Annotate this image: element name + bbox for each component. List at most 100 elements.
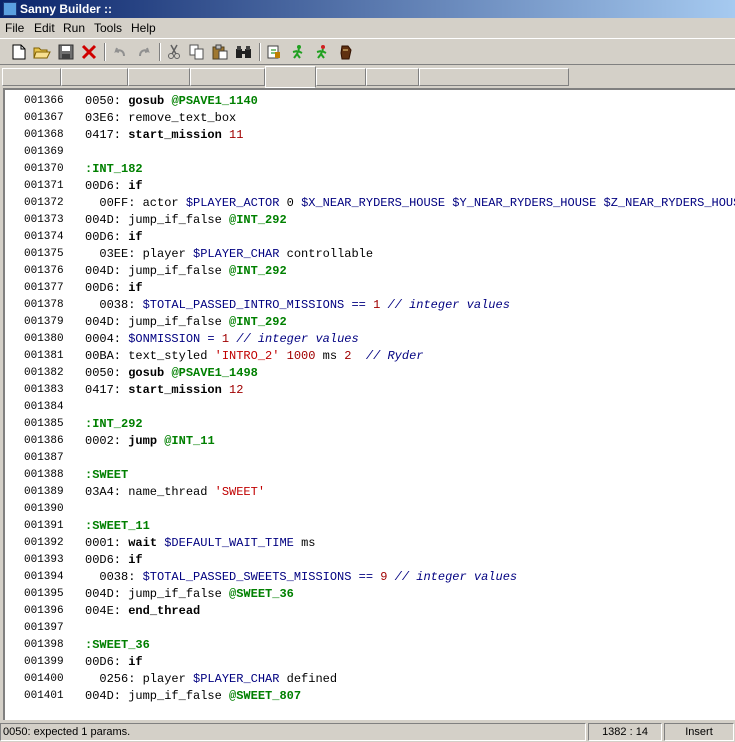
line-number: 001387 xyxy=(24,452,64,464)
code-line[interactable]: 001393 00D6: if xyxy=(5,552,735,569)
token-lbl: @PSAVE1_1498 xyxy=(171,366,258,380)
code-line[interactable]: 001394 0038: $TOTAL_PASSED_SWEETS_MISSIO… xyxy=(5,569,735,586)
undo-icon[interactable] xyxy=(110,42,130,62)
code-line[interactable]: 001367 03E6: remove_text_box xyxy=(5,110,735,127)
tab-8[interactable] xyxy=(419,68,569,86)
code-line[interactable]: 001399 00D6: if xyxy=(5,654,735,671)
open-icon[interactable] xyxy=(32,42,52,62)
token-cmt: // integer values xyxy=(394,570,518,584)
token-op: 004D: jump_if_false xyxy=(85,689,230,703)
tab-7[interactable] xyxy=(366,68,419,86)
menu-run[interactable]: Run xyxy=(63,21,85,35)
token-var: $DEFAULT_WAIT_TIME xyxy=(164,536,302,550)
code-line[interactable]: 001398:SWEET_36 xyxy=(5,637,735,654)
token-op: 0 xyxy=(286,196,302,210)
code-line[interactable]: 001369 xyxy=(5,144,735,161)
code-line[interactable]: 001371 00D6: if xyxy=(5,178,735,195)
token-lbl: @SWEET_36 xyxy=(229,587,294,601)
code-line[interactable]: 001375 03EE: player $PLAYER_CHAR control… xyxy=(5,246,735,263)
code-line[interactable]: 001368 0417: start_mission 11 xyxy=(5,127,735,144)
code-line[interactable]: 001395 004D: jump_if_false @SWEET_36 xyxy=(5,586,735,603)
menu-help[interactable]: Help xyxy=(131,21,156,35)
toolbar xyxy=(0,38,735,65)
token-op: 004D: jump_if_false xyxy=(85,587,230,601)
token-num: 11 xyxy=(229,128,244,142)
game-icon[interactable] xyxy=(336,42,356,62)
line-number: 001372 xyxy=(24,197,64,209)
app-icon xyxy=(3,2,17,16)
code-text: 03E6: remove_text_box xyxy=(85,110,236,127)
code-text: 03A4: name_thread 'SWEET' xyxy=(85,484,265,501)
code-line[interactable]: 001374 00D6: if xyxy=(5,229,735,246)
save-icon[interactable] xyxy=(56,42,76,62)
code-line[interactable]: 001397 xyxy=(5,620,735,637)
tab-1[interactable] xyxy=(2,68,61,86)
code-line[interactable]: 001391:SWEET_11 xyxy=(5,518,735,535)
code-text: :INT_292 xyxy=(85,416,143,433)
token-lbl: :SWEET_11 xyxy=(85,519,150,533)
code-text: 00BA: text_styled 'INTRO_2' 1000 ms 2 //… xyxy=(85,348,423,365)
token-lbl: @INT_11 xyxy=(164,434,215,448)
code-line[interactable]: 001385:INT_292 xyxy=(5,416,735,433)
paste-icon[interactable] xyxy=(210,42,230,62)
find-icon[interactable] xyxy=(234,42,254,62)
code-line[interactable]: 001376 004D: jump_if_false @INT_292 xyxy=(5,263,735,280)
code-line[interactable]: 001396 004E: end_thread xyxy=(5,603,735,620)
compile-run-icon[interactable] xyxy=(312,42,332,62)
code-line[interactable]: 001370:INT_182 xyxy=(5,161,735,178)
code-line[interactable]: 001377 00D6: if xyxy=(5,280,735,297)
code-line[interactable]: 001390 xyxy=(5,501,735,518)
code-line[interactable]: 001381 00BA: text_styled 'INTRO_2' 1000 m… xyxy=(5,348,735,365)
token-num: 1000 xyxy=(286,349,323,363)
token-kw: jump xyxy=(128,434,165,448)
code-editor[interactable]: 001366 0050: gosub @PSAVE1_1140 001367 03E6… xyxy=(3,88,735,720)
tab-5-active[interactable] xyxy=(265,66,316,88)
token-kw: if xyxy=(128,553,143,567)
line-number: 001366 xyxy=(24,95,64,107)
token-op: 03EE: player xyxy=(85,247,194,261)
menu-edit[interactable]: Edit xyxy=(34,21,55,35)
tab-3[interactable] xyxy=(128,68,190,86)
code-line[interactable]: 001383 0417: start_mission 12 xyxy=(5,382,735,399)
redo-icon[interactable] xyxy=(134,42,154,62)
cut-icon[interactable] xyxy=(164,42,184,62)
code-text: 00D6: if xyxy=(85,654,143,671)
token-lbl: :INT_292 xyxy=(85,417,143,431)
menu-tools[interactable]: Tools xyxy=(94,21,122,35)
close-icon[interactable] xyxy=(79,42,99,62)
code-line[interactable]: 001387 xyxy=(5,450,735,467)
code-line[interactable]: 001392 0001: wait $DEFAULT_WAIT_TIME ms xyxy=(5,535,735,552)
token-cmt: // integer values xyxy=(387,298,510,312)
code-text: 0001: wait $DEFAULT_WAIT_TIME ms xyxy=(85,535,315,552)
copy-icon[interactable] xyxy=(187,42,207,62)
new-icon[interactable] xyxy=(9,42,29,62)
code-line[interactable]: 001366 0050: gosub @PSAVE1_1140 xyxy=(5,93,735,110)
code-line[interactable]: 001389 03A4: name_thread 'SWEET' xyxy=(5,484,735,501)
tab-4[interactable] xyxy=(190,68,265,86)
tab-6[interactable] xyxy=(316,68,366,86)
code-line[interactable]: 001379 004D: jump_if_false @INT_292 xyxy=(5,314,735,331)
token-var: $TOTAL_PASSED_SWEETS_MISSIONS xyxy=(142,570,352,584)
code-line[interactable]: 001378 0038: $TOTAL_PASSED_INTRO_MISSION… xyxy=(5,297,735,314)
tab-2[interactable] xyxy=(61,68,128,86)
code-line[interactable]: 001384 xyxy=(5,399,735,416)
code-text: 0417: start_mission 11 xyxy=(85,127,243,144)
run-icon[interactable] xyxy=(288,42,308,62)
line-number: 001388 xyxy=(24,469,64,481)
code-line[interactable]: 001372 00FF: actor $PLAYER_ACTOR 0 $X_NE… xyxy=(5,195,735,212)
line-number: 001399 xyxy=(24,656,64,668)
code-line[interactable]: 001388:SWEET xyxy=(5,467,735,484)
line-number: 001401 xyxy=(24,690,64,702)
code-line[interactable]: 001401 004D: jump_if_false @SWEET_807 xyxy=(5,688,735,705)
code-text: 03EE: player $PLAYER_CHAR controllable xyxy=(85,246,373,263)
code-text: 00FF: actor $PLAYER_ACTOR 0 $X_NEAR_RYDE… xyxy=(85,195,735,212)
compile-icon[interactable] xyxy=(264,42,284,62)
code-line[interactable]: 001386 0002: jump @INT_11 xyxy=(5,433,735,450)
menu-file[interactable]: File xyxy=(5,21,24,35)
code-line[interactable]: 001382 0050: gosub @PSAVE1_1498 xyxy=(5,365,735,382)
token-op: 0001: xyxy=(85,536,129,550)
token-num: 9 xyxy=(380,570,395,584)
code-line[interactable]: 001400 0256: player $PLAYER_CHAR defined xyxy=(5,671,735,688)
code-line[interactable]: 001380 0004: $ONMISSION = 1 // integer va… xyxy=(5,331,735,348)
code-line[interactable]: 001373 004D: jump_if_false @INT_292 xyxy=(5,212,735,229)
